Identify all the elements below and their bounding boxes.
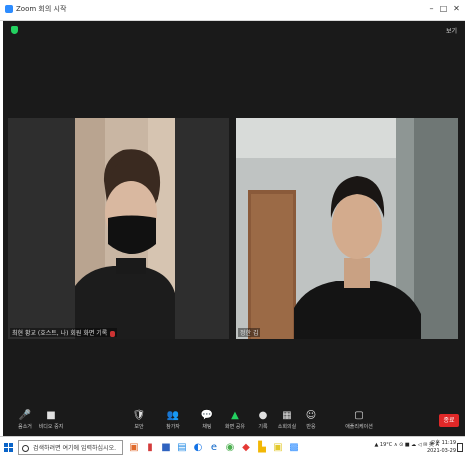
apps-label: 애플리케이션 [345,424,373,430]
clock-time: 오후 11:19 [430,440,456,446]
taskbar-app-icon[interactable]: e [208,442,220,454]
reactions-button[interactable]: ☺ 반응 [293,410,329,430]
video-camera-icon: ■ [46,410,56,421]
encryption-shield-icon[interactable] [11,26,18,34]
taskbar-app-icon[interactable]: ▮ [144,442,156,454]
clock-date: 2021-03-29 [426,448,456,454]
search-placeholder: 검색하려면 여기에 입력하십시오. [33,445,117,452]
window-title: Zoom 회의 시작 [16,5,67,13]
taskbar-app-icon[interactable]: ■ [160,442,172,454]
participants-label: 참가자 [166,424,180,430]
title-bar: Zoom 회의 시작 – □ ✕ [0,0,465,21]
end-meeting-button[interactable]: 종료 [439,414,459,427]
participant-1-name: 최현 황교 (호스트, 나) 회원 화면 기록 [10,328,118,337]
taskbar-app-icon[interactable]: ▩ [288,442,300,454]
participant-1-mic-icon [110,330,116,337]
search-icon [22,445,29,452]
security-button[interactable]: 🛡 보안 [121,410,157,430]
participant-tile-1[interactable]: 최현 황교 (호스트, 나) 회원 화면 기록 [8,118,229,339]
stop-video-button[interactable]: ■ 비디오 중지 [33,410,69,430]
taskbar-app-icon[interactable]: ◐ [192,442,204,454]
apps-button[interactable]: ▢ 애플리케이션 [341,410,377,430]
windows-start-icon[interactable] [4,443,14,453]
apps-icon: ▢ [354,410,364,421]
minimize-button[interactable]: – [426,3,437,15]
taskbar-app-icon[interactable]: ◆ [240,442,252,454]
zoom-window: Zoom 회의 시작 – □ ✕ 보기 최현 황교 (호스트, 나) 회원 화면… [0,0,465,459]
maximize-button[interactable]: □ [438,3,449,15]
participants-button[interactable]: 👥 참가자 [155,410,191,430]
reactions-label: 반응 [306,424,316,430]
close-button[interactable]: ✕ [451,3,462,15]
participant-tile-2[interactable]: 정한 김 [236,118,458,339]
view-button[interactable]: 보기 [446,26,457,35]
taskbar-clock[interactable]: 오후 11:19 2021-03-29 [427,439,456,455]
zoom-app-icon [5,5,13,13]
notification-center-icon[interactable] [457,443,463,452]
windows-taskbar: 검색하려면 여기에 입력하십시오. ▣ ▮ ■ ▤ ◐ e ◉ ◆ ▙ ▣ ▩ ▲ 19°C ∧ ⊙… [0,436,465,459]
stop-video-label: 비디오 중지 [38,424,64,430]
meeting-toolbar: 🎤 음소거 ■ 비디오 중지 🛡 보안 👥 참가자 💬 채팅 ▲ 화면 공유 ●… [3,407,465,436]
participant-2-video [236,118,458,339]
participant-2-name: 정한 김 [238,328,261,337]
security-label: 보안 [134,424,144,430]
taskbar-app-icon[interactable]: ▣ [272,442,284,454]
participants-icon: 👥 [166,410,180,421]
participant-1-video [8,118,229,339]
taskbar-app-icon[interactable]: ▤ [176,442,188,454]
taskbar-app-icon[interactable]: ◉ [224,442,236,454]
reactions-icon: ☺ [305,410,317,421]
taskbar-search-box[interactable]: 검색하려면 여기에 입력하십시오. [18,440,123,455]
taskbar-app-icon[interactable]: ▙ [256,442,268,454]
taskbar-app-icon[interactable]: ▣ [128,442,140,454]
meeting-stage: 보기 최현 황교 (호스트, 나) 회원 화면 기록 정한 김 [3,21,465,407]
shield-icon: 🛡 [132,410,146,421]
